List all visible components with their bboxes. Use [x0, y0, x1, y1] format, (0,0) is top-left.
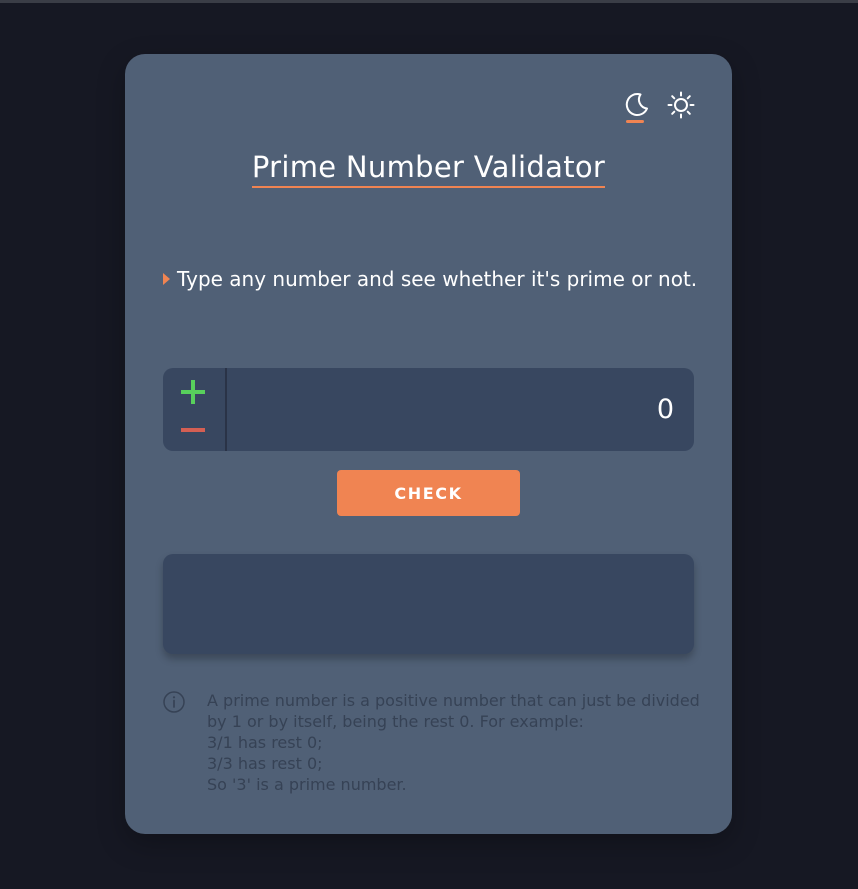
- number-stepper: [163, 368, 227, 451]
- info-text: A prime number is a positive number that…: [207, 690, 707, 795]
- active-theme-indicator: [626, 120, 644, 123]
- info-line-2: 3/1 has rest 0;: [207, 733, 323, 752]
- info-icon: [163, 691, 185, 713]
- browser-top-border: [0, 0, 858, 3]
- title-wrapper: Prime Number Validator: [125, 150, 732, 188]
- minus-icon[interactable]: [181, 424, 205, 436]
- plus-icon[interactable]: [181, 380, 205, 404]
- instruction-text-block: Type any number and see whether it's pri…: [163, 262, 703, 296]
- dark-theme-toggle[interactable]: [622, 90, 650, 124]
- caret-right-icon: [163, 273, 170, 285]
- number-input[interactable]: [227, 368, 694, 451]
- number-input-group: [163, 368, 694, 451]
- info-line-3: 3/3 has rest 0;: [207, 754, 323, 773]
- moon-icon: [625, 93, 648, 116]
- page-title: Prime Number Validator: [251, 150, 606, 188]
- sun-icon: [667, 91, 695, 119]
- validator-card: Prime Number Validator Type any number a…: [125, 54, 732, 834]
- check-button[interactable]: CHECK: [337, 470, 520, 516]
- result-box: [163, 554, 694, 654]
- info-line-1: A prime number is a positive number that…: [207, 691, 705, 731]
- info-line-4: So '3' is a prime number.: [207, 775, 407, 794]
- light-theme-toggle[interactable]: [667, 91, 695, 119]
- instruction-text: Type any number and see whether it's pri…: [177, 267, 698, 291]
